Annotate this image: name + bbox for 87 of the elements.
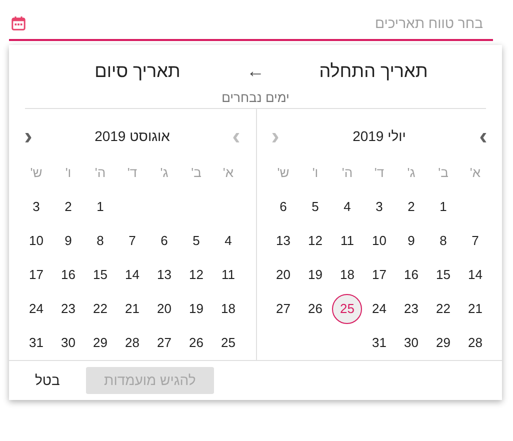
day-button[interactable]: 7 bbox=[117, 226, 148, 256]
weekday-label: ה' bbox=[94, 164, 107, 182]
day-button[interactable]: 28 bbox=[117, 328, 148, 358]
calendar-icon[interactable] bbox=[11, 16, 26, 31]
day-button[interactable]: 17 bbox=[21, 260, 52, 290]
day-button[interactable]: 31 bbox=[21, 328, 52, 358]
day-button[interactable]: 11 bbox=[332, 226, 362, 256]
day-button[interactable]: 25 bbox=[213, 328, 244, 358]
weekday-label: ד' bbox=[126, 164, 138, 182]
weekday-label: ש' bbox=[29, 164, 44, 182]
day-button[interactable]: 13 bbox=[268, 226, 298, 256]
day-button[interactable]: 15 bbox=[85, 260, 116, 290]
day-button[interactable]: 22 bbox=[85, 294, 116, 324]
month-title: אוגוסט 2019 bbox=[94, 127, 170, 146]
weekday-label: א' bbox=[222, 164, 235, 182]
day-button[interactable]: 29 bbox=[428, 328, 458, 358]
field-placeholder: בחר טווח תאריכים bbox=[375, 14, 483, 33]
day-button[interactable]: 30 bbox=[396, 328, 426, 358]
day-button[interactable]: 10 bbox=[21, 226, 52, 256]
day-button[interactable]: 3 bbox=[364, 192, 394, 222]
day-button[interactable]: 8 bbox=[85, 226, 116, 256]
next-month-button[interactable]: ‹ bbox=[21, 124, 36, 149]
day-button[interactable]: 5 bbox=[300, 192, 330, 222]
day-button[interactable]: 8 bbox=[428, 226, 458, 256]
weekday-label: ב' bbox=[190, 164, 202, 182]
weekday-label: ג' bbox=[159, 164, 170, 182]
cancel-button[interactable]: בטל bbox=[33, 366, 62, 394]
day-button[interactable]: 27 bbox=[268, 294, 298, 324]
day-button[interactable]: 11 bbox=[213, 260, 244, 290]
day-button[interactable]: 22 bbox=[428, 294, 458, 324]
day-button[interactable]: 14 bbox=[117, 260, 148, 290]
previous-month-button[interactable]: › bbox=[476, 124, 490, 149]
day-button[interactable]: 28 bbox=[460, 328, 490, 358]
start-date-label[interactable]: תאריך התחלה bbox=[285, 58, 462, 86]
day-button[interactable]: 14 bbox=[460, 260, 490, 290]
day-button[interactable]: 18 bbox=[213, 294, 244, 324]
weekday-label: ד' bbox=[373, 164, 386, 182]
day-button[interactable]: 19 bbox=[300, 260, 330, 290]
day-button[interactable]: 6 bbox=[268, 192, 298, 222]
weekday-label: ה' bbox=[340, 164, 354, 182]
day-button[interactable]: 19 bbox=[181, 294, 212, 324]
weekday-label: ב' bbox=[437, 164, 450, 182]
weekday-label: ג' bbox=[406, 164, 416, 182]
day-button[interactable]: 15 bbox=[428, 260, 458, 290]
day-button[interactable]: 18 bbox=[332, 260, 362, 290]
subtitle: ימים נבחרים bbox=[222, 89, 290, 108]
day-button[interactable]: 12 bbox=[181, 260, 212, 290]
day-button[interactable]: 23 bbox=[396, 294, 426, 324]
day-button[interactable]: 21 bbox=[460, 294, 490, 324]
day-button[interactable]: 27 bbox=[149, 328, 180, 358]
day-button[interactable]: 6 bbox=[149, 226, 180, 256]
weekday-label: ו' bbox=[64, 164, 72, 182]
day-button[interactable]: 29 bbox=[85, 328, 116, 358]
arrow-text: ← bbox=[246, 60, 266, 84]
weekday-label: ו' bbox=[311, 164, 320, 182]
day-button[interactable]: 25 bbox=[332, 294, 362, 324]
day-button[interactable]: 16 bbox=[53, 260, 84, 290]
end-date-label[interactable]: תאריך סיום bbox=[49, 58, 226, 86]
day-button[interactable]: 2 bbox=[396, 192, 426, 222]
day-button[interactable]: 26 bbox=[181, 328, 212, 358]
day-button[interactable]: 21 bbox=[117, 294, 148, 324]
day-button[interactable]: 9 bbox=[396, 226, 426, 256]
day-button[interactable]: 24 bbox=[21, 294, 52, 324]
day-button[interactable]: 20 bbox=[149, 294, 180, 324]
day-button[interactable]: 1 bbox=[85, 192, 116, 222]
day-button[interactable]: 9 bbox=[53, 226, 84, 256]
day-button[interactable]: 2 bbox=[53, 192, 84, 222]
day-button[interactable]: 13 bbox=[149, 260, 180, 290]
weekday-label: ש' bbox=[276, 164, 290, 182]
day-button[interactable]: 3 bbox=[21, 192, 52, 222]
day-button[interactable]: 23 bbox=[53, 294, 84, 324]
day-button[interactable]: 17 bbox=[364, 260, 394, 290]
day-button[interactable]: 16 bbox=[396, 260, 426, 290]
day-button[interactable]: 12 bbox=[300, 226, 330, 256]
day-button[interactable]: 7 bbox=[460, 226, 490, 256]
day-button[interactable]: 5 bbox=[181, 226, 212, 256]
day-button[interactable]: 31 bbox=[364, 328, 394, 358]
day-button[interactable]: 30 bbox=[53, 328, 84, 358]
day-button[interactable]: 24 bbox=[364, 294, 394, 324]
day-button[interactable]: 1 bbox=[428, 192, 458, 222]
day-button[interactable]: 10 bbox=[364, 226, 394, 256]
weekday-label: א' bbox=[468, 164, 482, 182]
day-button[interactable]: 4 bbox=[213, 226, 244, 256]
month-title: יולי 2019 bbox=[352, 127, 406, 146]
day-button[interactable]: 4 bbox=[332, 192, 362, 222]
day-button[interactable]: 26 bbox=[300, 294, 330, 324]
day-button[interactable]: 20 bbox=[268, 260, 298, 290]
